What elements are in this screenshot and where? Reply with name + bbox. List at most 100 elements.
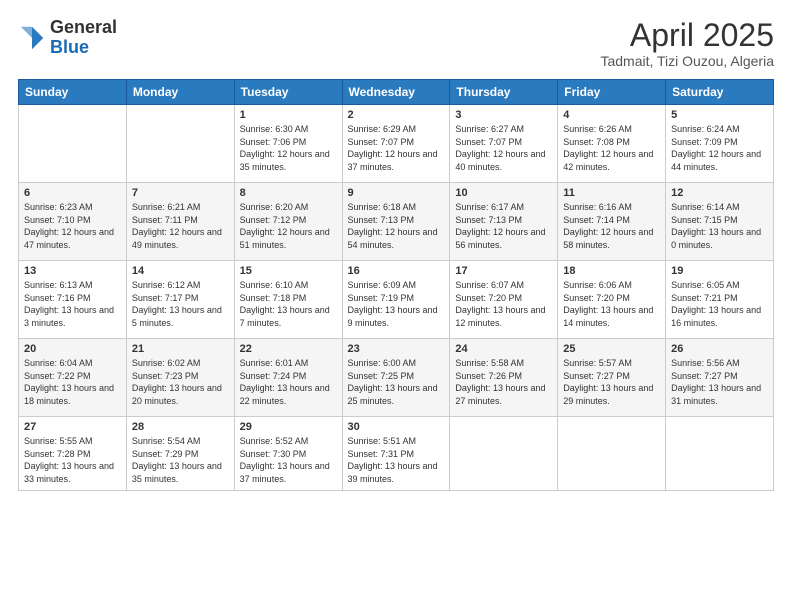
header-wednesday: Wednesday (342, 80, 450, 105)
day-number: 2 (348, 109, 445, 121)
month-title: April 2025 (600, 18, 774, 53)
day-number: 16 (348, 265, 445, 277)
table-row: 9 Sunrise: 6:18 AMSunset: 7:13 PMDaylight… (342, 183, 450, 261)
day-info: Sunrise: 6:18 AMSunset: 7:13 PMDaylight:… (348, 201, 445, 251)
day-number: 24 (455, 343, 552, 355)
day-number: 28 (132, 421, 229, 433)
table-row: 8 Sunrise: 6:20 AMSunset: 7:12 PMDaylight… (234, 183, 342, 261)
table-row: 25 Sunrise: 5:57 AMSunset: 7:27 PMDayligh… (558, 339, 666, 417)
day-info: Sunrise: 6:30 AMSunset: 7:06 PMDaylight:… (240, 123, 337, 173)
day-info: Sunrise: 5:54 AMSunset: 7:29 PMDaylight:… (132, 435, 229, 485)
day-info: Sunrise: 6:24 AMSunset: 7:09 PMDaylight:… (671, 123, 768, 173)
calendar: Sunday Monday Tuesday Wednesday Thursday… (18, 79, 774, 490)
day-number: 12 (671, 187, 768, 199)
title-block: April 2025 Tadmait, Tizi Ouzou, Algeria (600, 18, 774, 69)
day-info: Sunrise: 5:51 AMSunset: 7:31 PMDaylight:… (348, 435, 445, 485)
table-row (450, 417, 558, 490)
day-info: Sunrise: 5:55 AMSunset: 7:28 PMDaylight:… (24, 435, 121, 485)
day-info: Sunrise: 6:06 AMSunset: 7:20 PMDaylight:… (563, 279, 660, 329)
table-row: 24 Sunrise: 5:58 AMSunset: 7:26 PMDayligh… (450, 339, 558, 417)
table-row (19, 105, 127, 183)
day-info: Sunrise: 6:17 AMSunset: 7:13 PMDaylight:… (455, 201, 552, 251)
logo-blue-text: Blue (50, 37, 89, 57)
day-info: Sunrise: 6:20 AMSunset: 7:12 PMDaylight:… (240, 201, 337, 251)
day-info: Sunrise: 6:04 AMSunset: 7:22 PMDaylight:… (24, 357, 121, 407)
table-row: 5 Sunrise: 6:24 AMSunset: 7:09 PMDaylight… (666, 105, 774, 183)
table-row: 15 Sunrise: 6:10 AMSunset: 7:18 PMDayligh… (234, 261, 342, 339)
day-number: 1 (240, 109, 337, 121)
table-row: 22Sunrise: 6:01 AMSunset: 7:24 PMDayligh… (234, 339, 342, 417)
table-row: 18 Sunrise: 6:06 AMSunset: 7:20 PMDayligh… (558, 261, 666, 339)
day-info: Sunrise: 6:07 AMSunset: 7:20 PMDaylight:… (455, 279, 552, 329)
table-row (558, 417, 666, 490)
table-row: 23 Sunrise: 6:00 AMSunset: 7:25 PMDayligh… (342, 339, 450, 417)
day-info: Sunrise: 6:10 AMSunset: 7:18 PMDaylight:… (240, 279, 337, 329)
day-info: Sunrise: 6:14 AMSunset: 7:15 PMDaylight:… (671, 201, 768, 251)
day-info: Sunrise: 6:27 AMSunset: 7:07 PMDaylight:… (455, 123, 552, 173)
day-number: 10 (455, 187, 552, 199)
table-row: 30 Sunrise: 5:51 AMSunset: 7:31 PMDayligh… (342, 417, 450, 490)
day-number: 22 (240, 343, 337, 355)
table-row: 17 Sunrise: 6:07 AMSunset: 7:20 PMDayligh… (450, 261, 558, 339)
weekday-header-row: Sunday Monday Tuesday Wednesday Thursday… (19, 80, 774, 105)
day-number: 4 (563, 109, 660, 121)
day-info: Sunrise: 6:29 AMSunset: 7:07 PMDaylight:… (348, 123, 445, 173)
day-info: Sunrise: 6:12 AMSunset: 7:17 PMDaylight:… (132, 279, 229, 329)
table-row: 27 Sunrise: 5:55 AMSunset: 7:28 PMDayligh… (19, 417, 127, 490)
header-sunday: Sunday (19, 80, 127, 105)
header: General Blue April 2025 Tadmait, Tizi Ou… (18, 18, 774, 69)
table-row (666, 417, 774, 490)
day-number: 29 (240, 421, 337, 433)
subtitle: Tadmait, Tizi Ouzou, Algeria (600, 53, 774, 69)
page: General Blue April 2025 Tadmait, Tizi Ou… (0, 0, 792, 612)
day-number: 7 (132, 187, 229, 199)
day-info: Sunrise: 6:26 AMSunset: 7:08 PMDaylight:… (563, 123, 660, 173)
day-number: 19 (671, 265, 768, 277)
day-number: 14 (132, 265, 229, 277)
day-info: Sunrise: 6:21 AMSunset: 7:11 PMDaylight:… (132, 201, 229, 251)
table-row: 11 Sunrise: 6:16 AMSunset: 7:14 PMDayligh… (558, 183, 666, 261)
table-row: 19 Sunrise: 6:05 AMSunset: 7:21 PMDayligh… (666, 261, 774, 339)
header-saturday: Saturday (666, 80, 774, 105)
day-number: 26 (671, 343, 768, 355)
day-info: Sunrise: 6:00 AMSunset: 7:25 PMDaylight:… (348, 357, 445, 407)
day-number: 11 (563, 187, 660, 199)
day-number: 18 (563, 265, 660, 277)
logo-general-text: General (50, 17, 117, 37)
table-row: 6 Sunrise: 6:23 AMSunset: 7:10 PMDaylight… (19, 183, 127, 261)
day-info: Sunrise: 6:23 AMSunset: 7:10 PMDaylight:… (24, 201, 121, 251)
table-row: 29Sunrise: 5:52 AMSunset: 7:30 PMDayligh… (234, 417, 342, 490)
day-info: Sunrise: 5:57 AMSunset: 7:27 PMDaylight:… (563, 357, 660, 407)
day-number: 20 (24, 343, 121, 355)
day-number: 25 (563, 343, 660, 355)
day-number: 17 (455, 265, 552, 277)
day-number: 15 (240, 265, 337, 277)
day-info: Sunrise: 5:58 AMSunset: 7:26 PMDaylight:… (455, 357, 552, 407)
day-number: 5 (671, 109, 768, 121)
table-row: 2 Sunrise: 6:29 AMSunset: 7:07 PMDaylight… (342, 105, 450, 183)
table-row: 1 Sunrise: 6:30 AMSunset: 7:06 PMDaylight… (234, 105, 342, 183)
table-row: 10 Sunrise: 6:17 AMSunset: 7:13 PMDayligh… (450, 183, 558, 261)
day-number: 30 (348, 421, 445, 433)
day-number: 27 (24, 421, 121, 433)
day-info: Sunrise: 6:16 AMSunset: 7:14 PMDaylight:… (563, 201, 660, 251)
day-number: 6 (24, 187, 121, 199)
day-number: 13 (24, 265, 121, 277)
day-number: 8 (240, 187, 337, 199)
table-row: 3 Sunrise: 6:27 AMSunset: 7:07 PMDaylight… (450, 105, 558, 183)
table-row: 16 Sunrise: 6:09 AMSunset: 7:19 PMDayligh… (342, 261, 450, 339)
table-row: 4 Sunrise: 6:26 AMSunset: 7:08 PMDaylight… (558, 105, 666, 183)
day-number: 9 (348, 187, 445, 199)
day-info: Sunrise: 6:13 AMSunset: 7:16 PMDaylight:… (24, 279, 121, 329)
header-thursday: Thursday (450, 80, 558, 105)
table-row: 12 Sunrise: 6:14 AMSunset: 7:15 PMDayligh… (666, 183, 774, 261)
logo-icon (18, 24, 46, 52)
day-info: Sunrise: 6:05 AMSunset: 7:21 PMDaylight:… (671, 279, 768, 329)
header-tuesday: Tuesday (234, 80, 342, 105)
table-row: 28 Sunrise: 5:54 AMSunset: 7:29 PMDayligh… (126, 417, 234, 490)
day-number: 21 (132, 343, 229, 355)
header-monday: Monday (126, 80, 234, 105)
day-number: 3 (455, 109, 552, 121)
day-info: Sunrise: 6:09 AMSunset: 7:19 PMDaylight:… (348, 279, 445, 329)
day-number: 23 (348, 343, 445, 355)
